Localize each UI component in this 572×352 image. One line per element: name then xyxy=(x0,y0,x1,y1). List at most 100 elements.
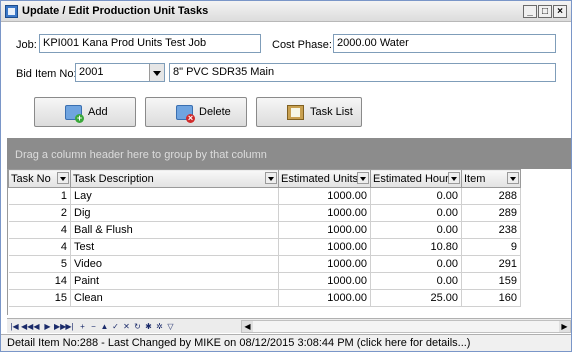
table-row[interactable]: 5 Video 1000.00 0.00 291 xyxy=(8,255,521,273)
cost-phase-field[interactable]: 2000.00 Water xyxy=(333,34,556,53)
cell-units[interactable]: 1000.00 xyxy=(278,238,371,256)
cell-task-no[interactable]: 15 xyxy=(8,289,71,307)
cell-hours[interactable]: 0.00 xyxy=(370,187,462,205)
title-bar: Update / Edit Production Unit Tasks _ □ … xyxy=(1,1,571,22)
next-icon[interactable]: ▶ xyxy=(43,321,52,332)
first-icon[interactable]: |◀ xyxy=(10,321,19,332)
job-field[interactable]: KPI001 Kana Prod Units Test Job xyxy=(39,34,261,53)
table-row[interactable]: 4 Ball & Flush 1000.00 0.00 238 xyxy=(8,221,521,239)
cell-units[interactable]: 1000.00 xyxy=(278,289,371,307)
cell-task-no[interactable]: 14 xyxy=(8,272,71,290)
prev-page-icon[interactable]: ◀◀ xyxy=(21,321,33,332)
cell-description[interactable]: Video xyxy=(70,255,279,273)
delete-icon xyxy=(176,105,195,123)
horizontal-scrollbar[interactable]: ◀ ▶ xyxy=(241,320,571,333)
maximize-icon[interactable]: □ xyxy=(538,5,552,18)
add-icon xyxy=(65,105,84,123)
table-row[interactable]: 15 Clean 1000.00 25.00 160 xyxy=(8,289,521,307)
column-dropdown-icon[interactable] xyxy=(507,172,519,184)
insert-icon[interactable]: + xyxy=(78,321,87,332)
column-header-estimated-hours[interactable]: Estimated Hours xyxy=(370,169,462,188)
status-bar[interactable]: Detail Item No:288 - Last Changed by MIK… xyxy=(1,334,571,351)
cell-task-no[interactable]: 4 xyxy=(8,238,71,256)
chevron-down-icon[interactable] xyxy=(149,64,164,81)
cell-hours[interactable]: 0.00 xyxy=(370,255,462,273)
task-table: Task No Task Description Estimated Units… xyxy=(8,169,521,307)
header-row: Task No Task Description Estimated Units… xyxy=(8,169,521,188)
task-list-button-label: Task List xyxy=(310,106,353,118)
bid-item-label: Bid Item No: xyxy=(16,68,77,80)
column-dropdown-icon[interactable] xyxy=(57,172,69,184)
task-grid: Task No Task Description Estimated Units… xyxy=(7,169,571,315)
cell-task-no[interactable]: 5 xyxy=(8,255,71,273)
cell-description[interactable]: Ball & Flush xyxy=(70,221,279,239)
column-header-task-description[interactable]: Task Description xyxy=(70,169,279,188)
task-list-button[interactable]: Task List xyxy=(256,97,362,127)
column-dropdown-icon[interactable] xyxy=(448,172,460,184)
cell-hours[interactable]: 0.00 xyxy=(370,221,462,239)
column-header-item[interactable]: Item xyxy=(461,169,521,188)
cell-item[interactable]: 289 xyxy=(461,204,521,222)
group-by-panel[interactable]: Drag a column header here to group by th… xyxy=(7,138,571,169)
cell-hours[interactable]: 25.00 xyxy=(370,289,462,307)
record-navigator: |◀ ◀◀ ◀ ▶ ▶▶ ▶| + − ▲ ✓ ✕ ↻ ✱ ✲ ▽ ◀ ▶ xyxy=(7,318,571,333)
cell-item[interactable]: 288 xyxy=(461,187,521,205)
edit-icon[interactable]: ▲ xyxy=(100,321,109,332)
table-row[interactable]: 2 Dig 1000.00 0.00 289 xyxy=(8,204,521,222)
cell-hours[interactable]: 10.80 xyxy=(370,238,462,256)
filter-icon[interactable]: ▽ xyxy=(166,321,175,332)
cell-description[interactable]: Paint xyxy=(70,272,279,290)
table-row[interactable]: 1 Lay 1000.00 0.00 288 xyxy=(8,187,521,205)
cell-item[interactable]: 9 xyxy=(461,238,521,256)
bid-item-select[interactable]: 2001 xyxy=(75,63,165,82)
column-header-task-no[interactable]: Task No xyxy=(8,169,71,188)
delete-button[interactable]: Delete xyxy=(145,97,247,127)
cell-description[interactable]: Clean xyxy=(70,289,279,307)
cell-description[interactable]: Dig xyxy=(70,204,279,222)
scroll-left-icon[interactable]: ◀ xyxy=(242,321,253,332)
cell-item[interactable]: 159 xyxy=(461,272,521,290)
refresh-icon[interactable]: ↻ xyxy=(133,321,142,332)
cell-item[interactable]: 238 xyxy=(461,221,521,239)
add-button-label: Add xyxy=(88,106,108,118)
cell-task-no[interactable]: 4 xyxy=(8,221,71,239)
delete-record-icon[interactable]: − xyxy=(89,321,98,332)
cell-task-no[interactable]: 1 xyxy=(8,187,71,205)
cell-description[interactable]: Lay xyxy=(70,187,279,205)
delete-button-label: Delete xyxy=(199,106,231,118)
post-icon[interactable]: ✓ xyxy=(111,321,120,332)
cell-units[interactable]: 1000.00 xyxy=(278,187,371,205)
bookmark-icon[interactable]: ✱ xyxy=(144,321,153,332)
bid-item-value: 2001 xyxy=(79,66,104,78)
cell-task-no[interactable]: 2 xyxy=(8,204,71,222)
cell-item[interactable]: 291 xyxy=(461,255,521,273)
table-row[interactable]: 4 Test 1000.00 10.80 9 xyxy=(8,238,521,256)
cancel-icon[interactable]: ✕ xyxy=(122,321,131,332)
cell-units[interactable]: 1000.00 xyxy=(278,204,371,222)
app-icon xyxy=(5,5,18,18)
cell-item[interactable]: 160 xyxy=(461,289,521,307)
goto-bookmark-icon[interactable]: ✲ xyxy=(155,321,164,332)
cell-hours[interactable]: 0.00 xyxy=(370,204,462,222)
window-title: Update / Edit Production Unit Tasks xyxy=(22,5,209,17)
task-list-icon xyxy=(287,105,304,120)
scroll-right-icon[interactable]: ▶ xyxy=(559,321,570,332)
cell-hours[interactable]: 0.00 xyxy=(370,272,462,290)
add-button[interactable]: Add xyxy=(34,97,136,127)
column-dropdown-icon[interactable] xyxy=(357,172,369,184)
bid-item-description: 8" PVC SDR35 Main xyxy=(169,63,556,82)
cost-phase-label: Cost Phase: xyxy=(272,39,332,51)
next-page-icon[interactable]: ▶▶ xyxy=(54,321,66,332)
cell-description[interactable]: Test xyxy=(70,238,279,256)
cell-units[interactable]: 1000.00 xyxy=(278,255,371,273)
minimize-icon[interactable]: _ xyxy=(523,5,537,18)
table-row[interactable]: 14 Paint 1000.00 0.00 159 xyxy=(8,272,521,290)
prev-icon[interactable]: ◀ xyxy=(32,321,41,332)
cell-units[interactable]: 1000.00 xyxy=(278,272,371,290)
close-icon[interactable]: × xyxy=(553,5,567,18)
group-by-hint: Drag a column header here to group by th… xyxy=(15,149,267,161)
last-icon[interactable]: ▶| xyxy=(65,321,74,332)
column-header-estimated-units[interactable]: Estimated Units xyxy=(278,169,371,188)
cell-units[interactable]: 1000.00 xyxy=(278,221,371,239)
column-dropdown-icon[interactable] xyxy=(265,172,277,184)
